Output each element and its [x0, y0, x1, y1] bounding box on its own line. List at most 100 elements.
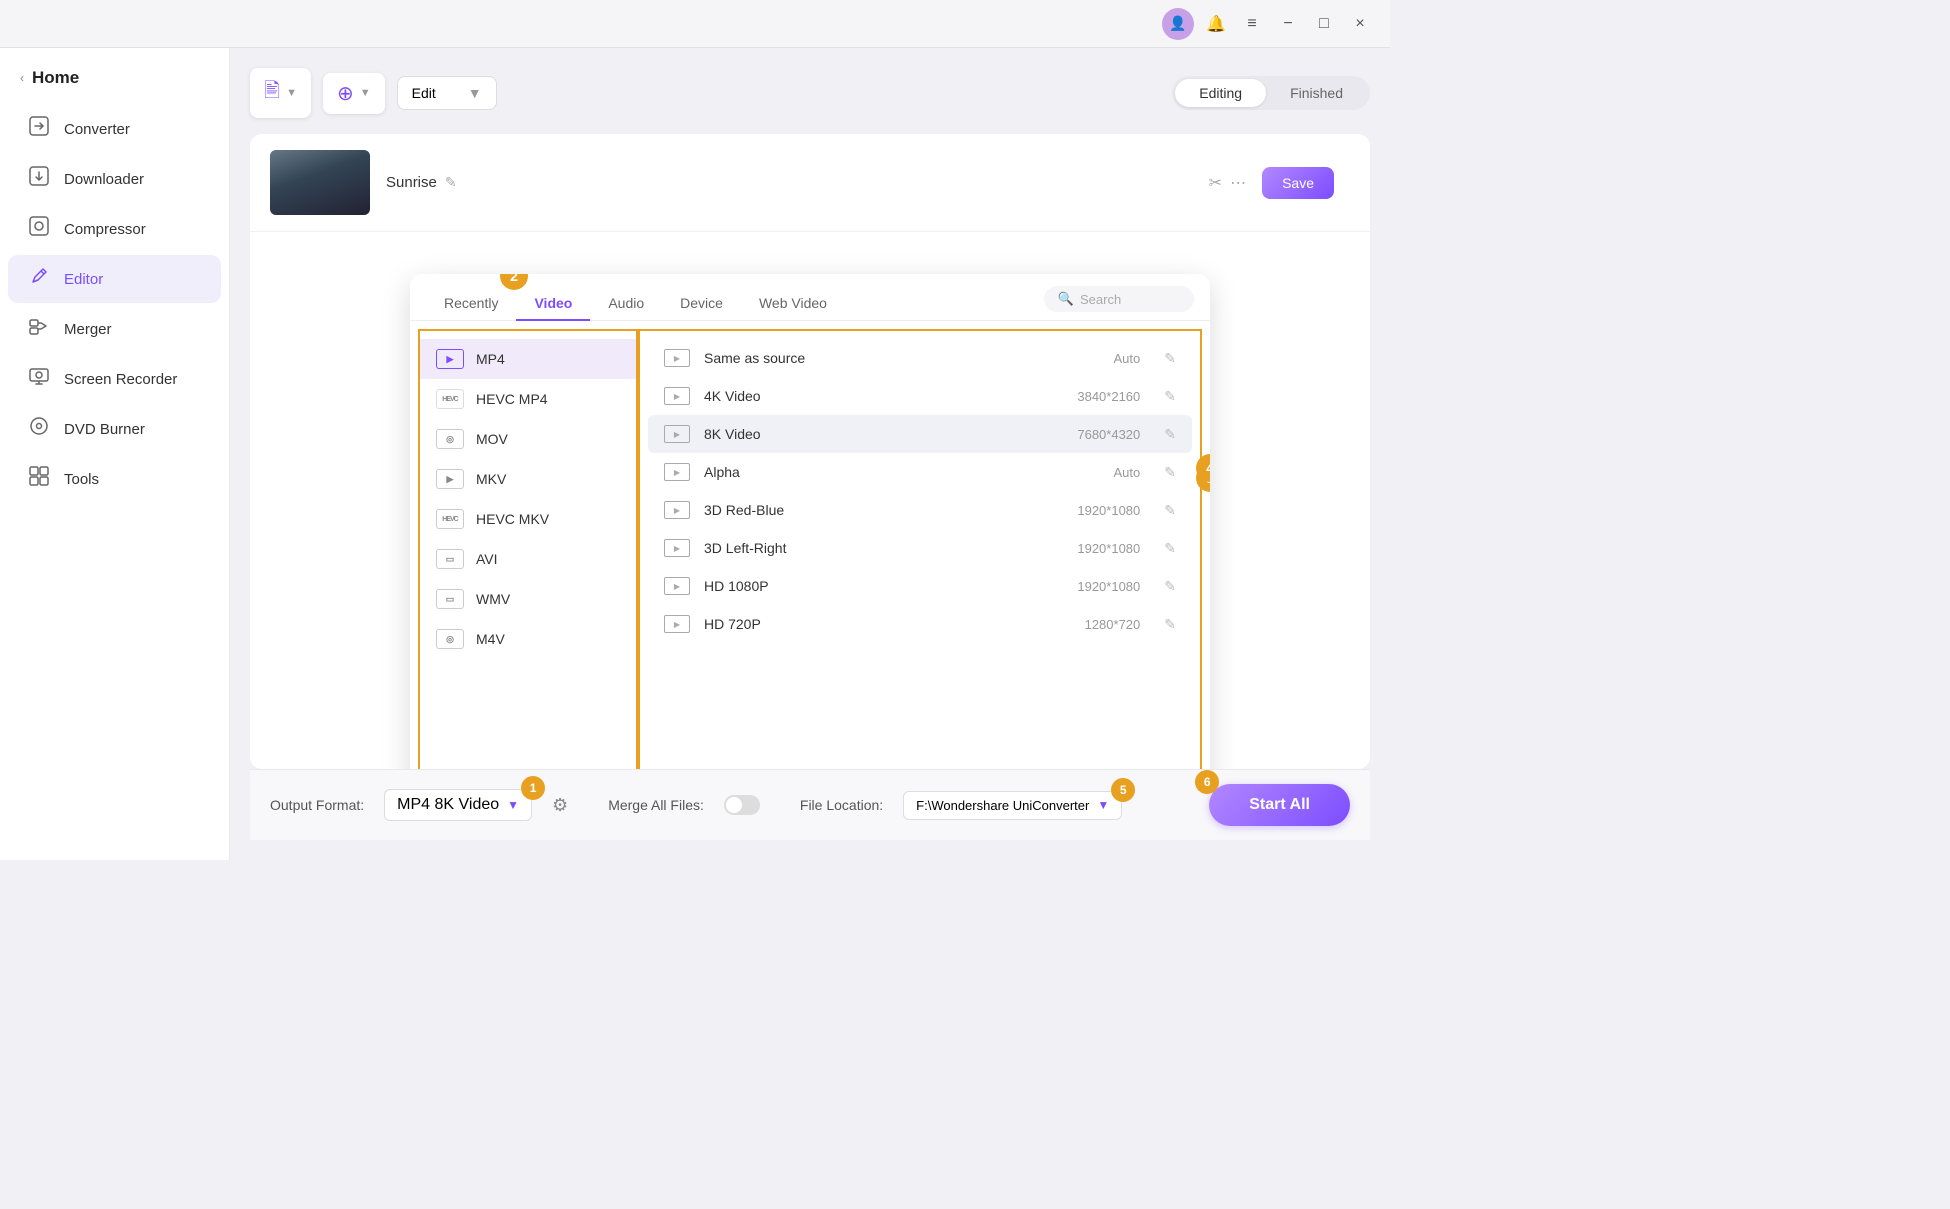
sidebar-title: Home: [32, 68, 79, 88]
res-name-6: HD 1080P: [704, 578, 1046, 594]
res-edit-7[interactable]: ✎: [1164, 616, 1176, 633]
mkv-icon: ▶: [436, 469, 464, 489]
more-icon[interactable]: ⋯: [1230, 173, 1246, 193]
user-avatar[interactable]: 👤: [1162, 8, 1194, 40]
sidebar: ‹ Home Converter Downloader: [0, 48, 230, 860]
search-input[interactable]: [1080, 292, 1180, 307]
res-video-icon-7: ▶: [664, 615, 690, 633]
res-same-as-source[interactable]: ▶ Same as source Auto ✎: [648, 339, 1192, 377]
format-item-hevc-mp4[interactable]: HEVC HEVC MP4: [420, 379, 636, 419]
mode-toggle: Editing Finished: [1172, 76, 1370, 110]
format-item-avi[interactable]: ▭ AVI: [420, 539, 636, 579]
content-area: Sunrise ✎ ✂ ⋯ Save 2 Recently Video Audi…: [250, 134, 1370, 769]
editor-icon: [28, 265, 50, 293]
format-item-mp4[interactable]: ▶ MP4: [420, 339, 636, 379]
downloader-icon: [28, 165, 50, 193]
badge-5: 5: [1111, 778, 1135, 802]
edit-dropdown-arrow: ▼: [468, 85, 482, 101]
finished-tab[interactable]: Finished: [1266, 79, 1367, 107]
format-selector[interactable]: 1 MP4 8K Video ▼: [384, 789, 532, 821]
res-3d-left-right[interactable]: ▶ 3D Left-Right 1920*1080 ✎: [648, 529, 1192, 567]
format-item-mov[interactable]: ◎ MOV: [420, 419, 636, 459]
res-name-4: 3D Red-Blue: [704, 502, 1046, 518]
editing-tab[interactable]: Editing: [1175, 79, 1266, 107]
sidebar-item-converter[interactable]: Converter: [8, 105, 221, 153]
sidebar-item-compressor[interactable]: Compressor: [8, 205, 221, 253]
dropdown-tabs: Recently Video Audio Device Web Video 🔍: [410, 274, 1210, 321]
hevc-mp4-icon: HEVC: [436, 389, 464, 409]
settings-icon[interactable]: ⚙: [552, 795, 568, 816]
res-size-3: Auto: [1060, 465, 1140, 480]
edit-video-icon[interactable]: ✎: [445, 174, 457, 191]
mkv-label: MKV: [476, 471, 506, 487]
sidebar-item-tools[interactable]: Tools: [8, 455, 221, 503]
m4v-icon: ◎: [436, 629, 464, 649]
mov-icon: ◎: [436, 429, 464, 449]
maximize-button[interactable]: □: [1310, 10, 1338, 38]
res-edit-1[interactable]: ✎: [1164, 388, 1176, 405]
add-icon-button[interactable]: ⊕ ▼: [323, 73, 385, 114]
merge-toggle[interactable]: [724, 795, 760, 815]
top-toolbar: 🖹 ▼ ⊕ ▼ Edit ▼ Editing Finished: [250, 68, 1370, 118]
format-item-hevc-mkv[interactable]: HEVC HEVC MKV: [420, 499, 636, 539]
res-3d-red-blue[interactable]: ▶ 3D Red-Blue 1920*1080 ✎: [648, 491, 1192, 529]
format-item-wmv[interactable]: ▭ WMV: [420, 579, 636, 619]
add-file-icon: 🖹: [264, 76, 280, 110]
add-file-button[interactable]: 🖹 ▼: [250, 68, 311, 118]
res-edit-0[interactable]: ✎: [1164, 350, 1176, 367]
res-4k[interactable]: ▶ 4K Video 3840*2160 ✎: [648, 377, 1192, 415]
notification-button[interactable]: 🔔: [1202, 10, 1230, 38]
main-content: 🖹 ▼ ⊕ ▼ Edit ▼ Editing Finished: [230, 48, 1390, 860]
res-video-icon-5: ▶: [664, 539, 690, 557]
video-row: Sunrise ✎ ✂ ⋯ Save: [250, 134, 1370, 232]
edit-dropdown[interactable]: Edit ▼: [397, 76, 497, 110]
res-hd-1080p[interactable]: ▶ HD 1080P 1920*1080 ✎: [648, 567, 1192, 605]
res-video-icon-2: ▶: [664, 425, 690, 443]
res-size-1: 3840*2160: [1060, 389, 1140, 404]
sidebar-item-editor[interactable]: Editor: [8, 255, 221, 303]
sidebar-item-downloader[interactable]: Downloader: [8, 155, 221, 203]
res-edit-4[interactable]: ✎: [1164, 502, 1176, 519]
sidebar-collapse-icon: ‹: [20, 71, 24, 85]
res-size-6: 1920*1080: [1060, 579, 1140, 594]
res-video-icon-6: ▶: [664, 577, 690, 595]
res-edit-6[interactable]: ✎: [1164, 578, 1176, 595]
tab-device[interactable]: Device: [662, 287, 741, 321]
video-actions: ✂ ⋯: [1209, 173, 1246, 193]
format-list: 3 ▶ MP4 HEVC HEVC MP4 ◎ MOV: [418, 329, 638, 769]
cut-icon[interactable]: ✂: [1209, 173, 1222, 193]
mp4-label: MP4: [476, 351, 505, 367]
res-name-5: 3D Left-Right: [704, 540, 1046, 556]
format-item-mkv[interactable]: ▶ MKV: [420, 459, 636, 499]
tab-web-video[interactable]: Web Video: [741, 287, 845, 321]
res-edit-5[interactable]: ✎: [1164, 540, 1176, 557]
tab-audio[interactable]: Audio: [590, 287, 662, 321]
menu-button[interactable]: ≡: [1238, 10, 1266, 38]
format-dropdown: 2 Recently Video Audio Device Web Video …: [410, 274, 1210, 769]
res-edit-2[interactable]: ✎: [1164, 426, 1176, 443]
file-location-selector[interactable]: 5 F:\Wondershare UniConverter ▼: [903, 791, 1122, 820]
start-all-container: 6 Start All: [1209, 784, 1350, 826]
sidebar-item-dvd-burner[interactable]: DVD Burner: [8, 405, 221, 453]
editor-label: Editor: [64, 271, 103, 288]
output-format-label: Output Format:: [270, 797, 364, 813]
res-edit-3[interactable]: ✎: [1164, 464, 1176, 481]
sidebar-home-header[interactable]: ‹ Home: [0, 60, 229, 104]
res-8k[interactable]: ▶ 8K Video 7680*4320 ✎: [648, 415, 1192, 453]
close-button[interactable]: ×: [1346, 10, 1374, 38]
downloader-label: Downloader: [64, 171, 144, 188]
start-all-button[interactable]: Start All: [1209, 784, 1350, 826]
res-alpha[interactable]: ▶ Alpha Auto ✎: [648, 453, 1192, 491]
m4v-label: M4V: [476, 631, 505, 647]
format-item-m4v[interactable]: ◎ M4V: [420, 619, 636, 659]
tab-video[interactable]: Video: [516, 287, 590, 321]
save-button[interactable]: Save: [1262, 167, 1334, 199]
res-hd-720p[interactable]: ▶ HD 720P 1280*720 ✎: [648, 605, 1192, 643]
res-video-icon-4: ▶: [664, 501, 690, 519]
sidebar-item-merger[interactable]: Merger: [8, 305, 221, 353]
tab-recently[interactable]: Recently: [426, 287, 516, 321]
sidebar-item-screen-recorder[interactable]: Screen Recorder: [8, 355, 221, 403]
video-thumbnail: [270, 150, 370, 215]
minimize-button[interactable]: −: [1274, 10, 1302, 38]
converter-icon: [28, 115, 50, 143]
